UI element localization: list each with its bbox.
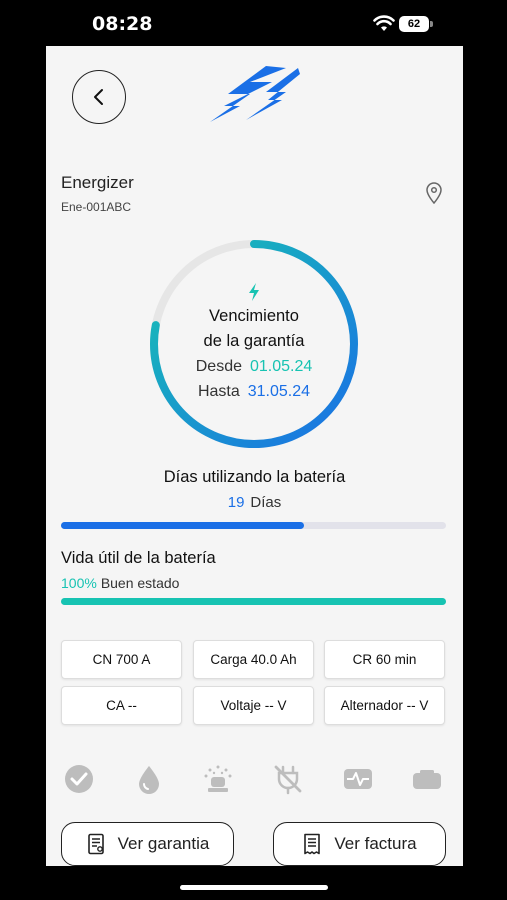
usage-days-title: Días utilizando la batería (163, 468, 346, 486)
phone-screen: 08:28 62 Energizer Ene-001ABC Vencimient… (0, 0, 507, 900)
back-button[interactable] (72, 70, 126, 124)
invoice-document-icon (304, 833, 321, 855)
battery-case-icon[interactable] (411, 763, 443, 795)
battery-life-progress-bar (61, 598, 446, 605)
home-indicator[interactable] (180, 885, 328, 890)
spec-voltage: Voltaje -- V (193, 686, 314, 725)
battery-life-status: Buen estado (100, 575, 180, 591)
view-invoice-button[interactable]: Ver factura (273, 822, 446, 866)
water-drop-icon[interactable] (133, 763, 165, 795)
spec-cn: CN 700 A (61, 640, 182, 679)
warranty-to-value: 31.05.24 (247, 383, 311, 400)
pulse-icon[interactable] (342, 763, 374, 795)
wifi-icon (373, 15, 395, 31)
chevron-left-icon (94, 89, 103, 105)
device-code: Ene-001ABC (61, 200, 132, 214)
battery-life-value: 100% Buen estado (61, 575, 179, 591)
battery-life-progress-fill (61, 598, 446, 605)
warranty-to-row: Hasta 31.05.24 (146, 383, 362, 401)
view-warranty-button[interactable]: Ver garantia (61, 822, 234, 866)
usage-days-unit: Días (250, 494, 282, 511)
battery-indicator: 62 (399, 16, 429, 32)
warranty-document-icon (87, 833, 104, 855)
usage-days-number: 19 (227, 494, 245, 511)
app-content: Energizer Ene-001ABC Vencimiento de la g… (46, 46, 463, 866)
view-invoice-label: Ver factura (334, 834, 417, 853)
warranty-title-line1: Vencimiento (209, 307, 299, 325)
warranty-from-value: 01.05.24 (249, 358, 313, 375)
usage-days-progress-bar (61, 522, 446, 529)
no-plug-icon[interactable] (272, 763, 304, 795)
battery-tip (430, 21, 433, 27)
spec-charge: Carga 40.0 Ah (193, 640, 314, 679)
warranty-title-line2: de la garantía (203, 332, 305, 350)
battery-life-percent: 100% (61, 575, 97, 591)
spec-alternator: Alternador -- V (324, 686, 445, 725)
warranty-from-label: Desde (195, 358, 242, 375)
spec-ca: CA -- (61, 686, 182, 725)
usage-days-value: 19 Días (46, 494, 463, 511)
location-pin-icon[interactable] (425, 182, 443, 204)
check-circle-icon[interactable] (63, 763, 95, 795)
warranty-from-row: Desde 01.05.24 (146, 358, 362, 376)
device-name: Energizer (61, 173, 134, 192)
spec-cr: CR 60 min (324, 640, 445, 679)
status-time: 08:28 (92, 13, 153, 35)
lightning-logo-icon (210, 66, 300, 122)
battery-life-title: Vida útil de la batería (61, 549, 216, 567)
status-bar: 08:28 62 (0, 0, 507, 46)
bolt-icon (249, 283, 259, 301)
usage-days-progress-fill (61, 522, 304, 529)
siren-icon[interactable] (202, 763, 234, 795)
view-warranty-label: Ver garantia (117, 834, 210, 853)
warranty-to-label: Hasta (197, 383, 240, 400)
